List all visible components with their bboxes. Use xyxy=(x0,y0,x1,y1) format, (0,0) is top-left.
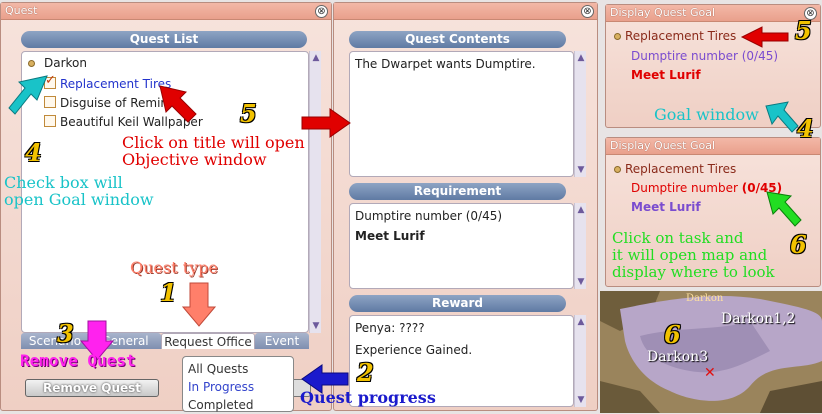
annotation-click-task: Click on task and it will open map and d… xyxy=(612,230,775,281)
quest-contents-header: Quest Contents xyxy=(349,31,566,48)
annotation-quest-progress: Quest progress xyxy=(300,388,436,407)
quest-window-title: Quest xyxy=(1,3,331,20)
scroll-up-icon[interactable]: ▲ xyxy=(311,53,321,63)
annotation-click-task-line1: Click on task and xyxy=(612,229,744,247)
quest-category-darkon[interactable]: Darkon xyxy=(44,56,87,70)
quest-window-close-icon[interactable]: ⊗ xyxy=(315,5,328,18)
annotation-click-task-line2: it will open map and xyxy=(612,246,768,264)
contents-window-titlebar xyxy=(334,3,597,20)
annotation-goal-window: Goal window xyxy=(654,105,759,124)
goal-task[interactable]: Dumptire number (0/45) xyxy=(631,49,778,63)
scroll-down-icon[interactable]: ▼ xyxy=(576,395,586,405)
quest-item-1[interactable]: Replacement Tires xyxy=(60,77,171,91)
requirement-scrollbar[interactable]: ▲ ▼ xyxy=(574,203,586,289)
salmon-arrow-icon xyxy=(182,282,216,327)
quest-list-header: Quest List xyxy=(21,31,307,48)
goal-bullet-icon xyxy=(614,166,621,173)
darkon-map[interactable]: Darkon Darkon1,2 Darkon3 ✕ xyxy=(600,291,822,413)
reward-penya: Penya: ???? xyxy=(355,321,425,335)
annotation-number-6-goal: 6 xyxy=(790,230,807,259)
option-completed[interactable]: Completed xyxy=(188,396,288,414)
quest-contents-window: ⊗ Quest Contents ▲ ▼ The Dwarpet wants D… xyxy=(333,2,598,411)
annotation-number-1: 1 xyxy=(160,278,177,307)
tab-request-office[interactable]: Request Office xyxy=(161,333,255,349)
option-in-progress[interactable]: In Progress xyxy=(188,378,288,396)
map-label-darkon: Darkon xyxy=(686,293,724,304)
map-label-darkon3: Darkon3 xyxy=(647,349,709,365)
red-arrow-left-icon xyxy=(740,26,789,48)
annotation-number-5-left: 5 xyxy=(240,99,257,128)
annotation-number-4-left: 4 xyxy=(25,138,42,167)
scroll-up-icon[interactable]: ▲ xyxy=(576,317,586,327)
scroll-down-icon[interactable]: ▼ xyxy=(576,277,586,287)
cyan-arrow-icon xyxy=(8,75,48,115)
contents-scrollbar[interactable]: ▲ ▼ xyxy=(574,51,586,177)
map-target-marker-icon: ✕ xyxy=(704,365,716,381)
annotation-click-title-line2: Objective window xyxy=(122,150,267,169)
reward-header: Reward xyxy=(349,295,566,312)
annotation-quest-type: Quest type xyxy=(130,258,218,277)
reward-scrollbar[interactable]: ▲ ▼ xyxy=(574,315,586,407)
annotation-check-box-line1: Check box will xyxy=(4,173,123,192)
goal2-task[interactable]: Dumptire number (0/45) xyxy=(631,181,782,195)
map-terrain xyxy=(600,291,822,413)
goal-bullet-icon xyxy=(614,33,621,40)
reward-exp: Experience Gained. xyxy=(355,343,473,357)
contents-window-close-icon[interactable]: ⊗ xyxy=(581,5,594,18)
scroll-down-icon[interactable]: ▼ xyxy=(311,321,321,331)
quest-progress-menu: All Quests In Progress Completed xyxy=(182,356,294,412)
annotation-number-4-right: 4 xyxy=(797,114,814,143)
quest-contents-text: The Dwarpet wants Dumptire. xyxy=(355,57,536,71)
quest-item-2[interactable]: Disguise of Remin xyxy=(60,96,168,110)
goal-npc[interactable]: Meet Lurif xyxy=(631,68,701,82)
goal-window-bottom-title: Display Quest Goal xyxy=(606,138,820,155)
requirement-npc: Meet Lurif xyxy=(355,229,425,243)
scroll-down-icon[interactable]: ▼ xyxy=(576,165,586,175)
requirement-item: Dumptire number (0/45) xyxy=(355,209,503,223)
scroll-up-icon[interactable]: ▲ xyxy=(576,53,586,63)
annotation-remove-quest: Remove Quest xyxy=(20,351,136,370)
red-arrow-right-icon xyxy=(301,108,351,138)
tab-scenario[interactable]: Scenario xyxy=(21,333,89,349)
remove-quest-button[interactable]: Remove Quest xyxy=(25,379,159,397)
goal-quest-title[interactable]: Replacement Tires xyxy=(625,29,736,43)
red-arrow-icon xyxy=(159,85,197,123)
tab-event[interactable]: Event xyxy=(255,333,309,349)
goal2-task-label: Dumptire number xyxy=(631,181,738,195)
category-bullet-icon xyxy=(28,60,35,67)
annotation-click-title-line1: Click on title will open xyxy=(122,133,305,152)
map-label-darkon12: Darkon1,2 xyxy=(721,311,796,327)
annotation-number-2: 2 xyxy=(357,358,374,387)
green-arrow-icon xyxy=(766,191,802,227)
scroll-up-icon[interactable]: ▲ xyxy=(576,205,586,215)
annotation-click-task-line3: display where to look xyxy=(612,263,775,281)
goal2-npc[interactable]: Meet Lurif xyxy=(631,200,701,214)
requirement-header: Requirement xyxy=(349,183,566,200)
annotation-check-box-line2: open Goal window xyxy=(4,190,154,209)
cyan-arrow-up-icon xyxy=(765,101,799,133)
goal-window-top-title: Display Quest Goal xyxy=(606,5,820,22)
option-all-quests[interactable]: All Quests xyxy=(188,360,288,378)
goal2-quest-title[interactable]: Replacement Tires xyxy=(625,162,736,176)
annotation-check-box: Check box will open Goal window xyxy=(4,174,154,208)
annotation-number-6-map: 6 xyxy=(664,320,681,349)
quest-list-scrollbar[interactable]: ▲ ▼ xyxy=(309,51,321,333)
annotation-click-title: Click on title will open Objective windo… xyxy=(122,134,305,168)
annotation-number-3: 3 xyxy=(57,319,74,348)
annotation-number-5-right: 5 xyxy=(795,16,812,45)
